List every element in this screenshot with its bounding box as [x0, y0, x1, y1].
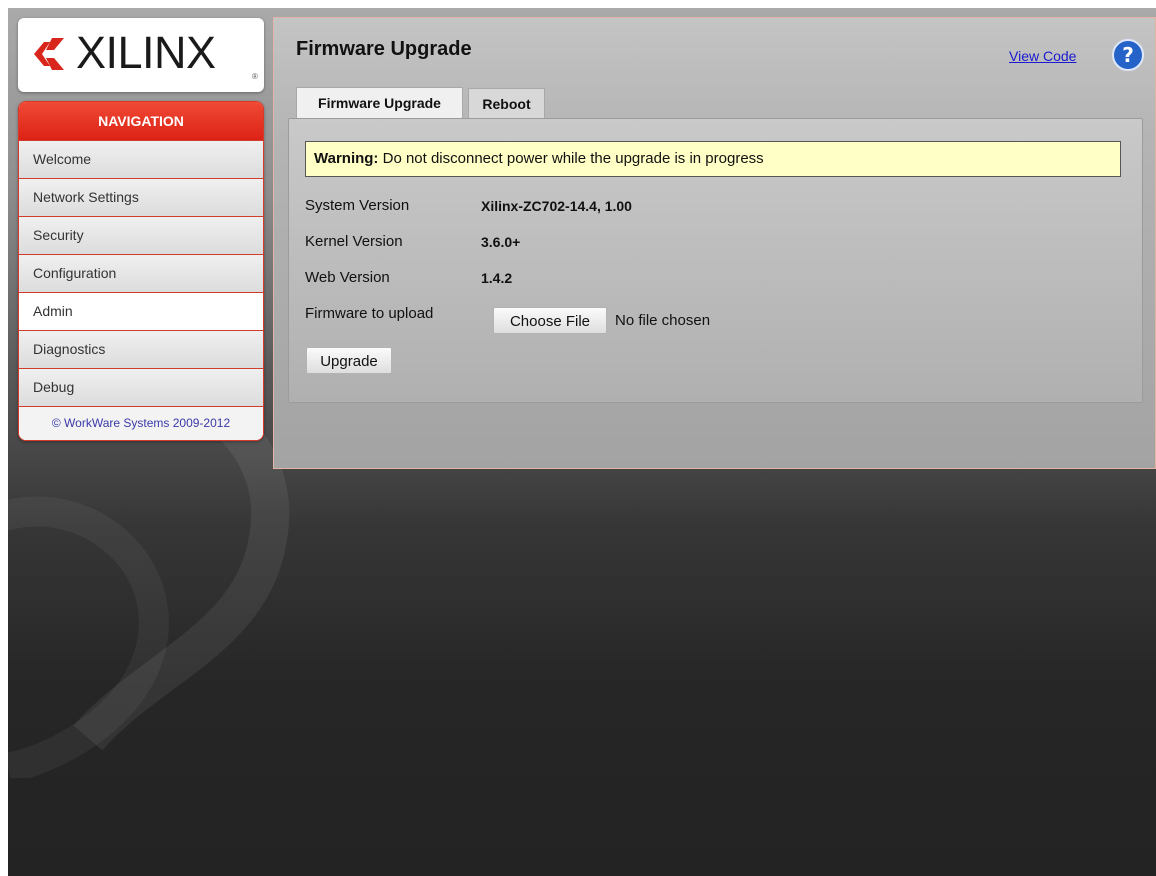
view-code-link[interactable]: View Code — [1009, 48, 1076, 64]
nav-item-network-settings[interactable]: Network Settings — [19, 178, 263, 216]
page-title: Firmware Upgrade — [296, 38, 472, 60]
web-version-value: 1.4.2 — [481, 270, 513, 286]
tab-reboot[interactable]: Reboot — [468, 88, 545, 118]
svg-text:?: ? — [1122, 43, 1134, 67]
system-version-value: Xilinx-ZC702-14.4, 1.00 — [481, 198, 632, 214]
navigation-sidebar: NAVIGATION Welcome Network Settings Secu… — [18, 101, 264, 441]
page-background: XILINX ® NAVIGATION Welcome Network Sett… — [8, 8, 1156, 876]
kernel-version-value: 3.6.0+ — [481, 234, 521, 250]
content-panel: Firmware Upgrade View Code ? Firmware Up… — [273, 17, 1156, 469]
system-version-label: System Version — [305, 197, 410, 214]
firmware-upload-label: Firmware to upload — [305, 305, 434, 322]
copyright-footer: © WorkWare Systems 2009-2012 — [19, 406, 263, 440]
nav-item-diagnostics[interactable]: Diagnostics — [19, 330, 263, 368]
tab-content: Warning: Do not disconnect power while t… — [288, 118, 1143, 403]
nav-item-welcome[interactable]: Welcome — [19, 140, 263, 178]
nav-item-admin[interactable]: Admin — [19, 292, 263, 330]
registered-mark: ® — [252, 72, 258, 81]
nav-item-security[interactable]: Security — [19, 216, 263, 254]
tab-firmware-upgrade[interactable]: Firmware Upgrade — [296, 87, 463, 119]
kernel-version-label: Kernel Version — [305, 233, 403, 250]
nav-item-debug[interactable]: Debug — [19, 368, 263, 406]
warning-text: Do not disconnect power while the upgrad… — [378, 150, 764, 167]
file-chosen-status: No file chosen — [615, 312, 711, 329]
web-version-label: Web Version — [305, 269, 390, 286]
warning-banner: Warning: Do not disconnect power while t… — [305, 141, 1121, 177]
navigation-header: NAVIGATION — [19, 102, 263, 140]
logo-wordmark: XILINX — [76, 27, 216, 78]
xilinx-logo-icon — [34, 38, 64, 70]
nav-item-configuration[interactable]: Configuration — [19, 254, 263, 292]
help-question-icon[interactable]: ? — [1112, 39, 1144, 71]
upgrade-button[interactable]: Upgrade — [306, 347, 392, 374]
xilinx-logo: XILINX ® — [18, 18, 264, 92]
choose-file-button[interactable]: Choose File — [493, 307, 607, 334]
warning-label: Warning: — [314, 150, 379, 167]
